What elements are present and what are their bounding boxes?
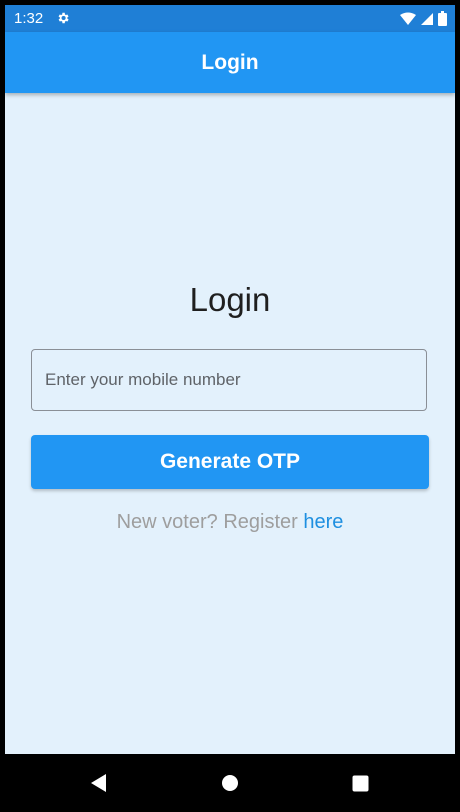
register-link[interactable]: here (303, 511, 343, 533)
back-icon (91, 774, 106, 792)
navigation-bar (0, 754, 460, 812)
register-prompt: New voter? Register here (5, 511, 455, 534)
home-icon (222, 775, 238, 791)
generate-otp-button[interactable]: Generate OTP (31, 435, 429, 489)
app-screen: 1:32 Login Login Generate OTP New voter?… (5, 5, 455, 754)
signal-icon (421, 12, 433, 25)
gear-icon (58, 12, 69, 24)
status-icons (400, 11, 447, 26)
status-bar: 1:32 (5, 5, 455, 32)
mobile-number-input[interactable] (31, 349, 427, 411)
battery-icon (438, 11, 447, 26)
wifi-icon (400, 12, 416, 25)
app-bar-title: Login (201, 50, 259, 74)
recents-icon (352, 775, 368, 791)
home-button[interactable] (215, 768, 245, 798)
back-button[interactable] (84, 768, 114, 798)
status-time: 1:32 (14, 10, 44, 27)
app-bar: Login (5, 32, 455, 93)
page-title: Login (189, 281, 271, 318)
recents-button[interactable] (345, 768, 375, 798)
register-prompt-text: New voter? Register (116, 511, 304, 533)
